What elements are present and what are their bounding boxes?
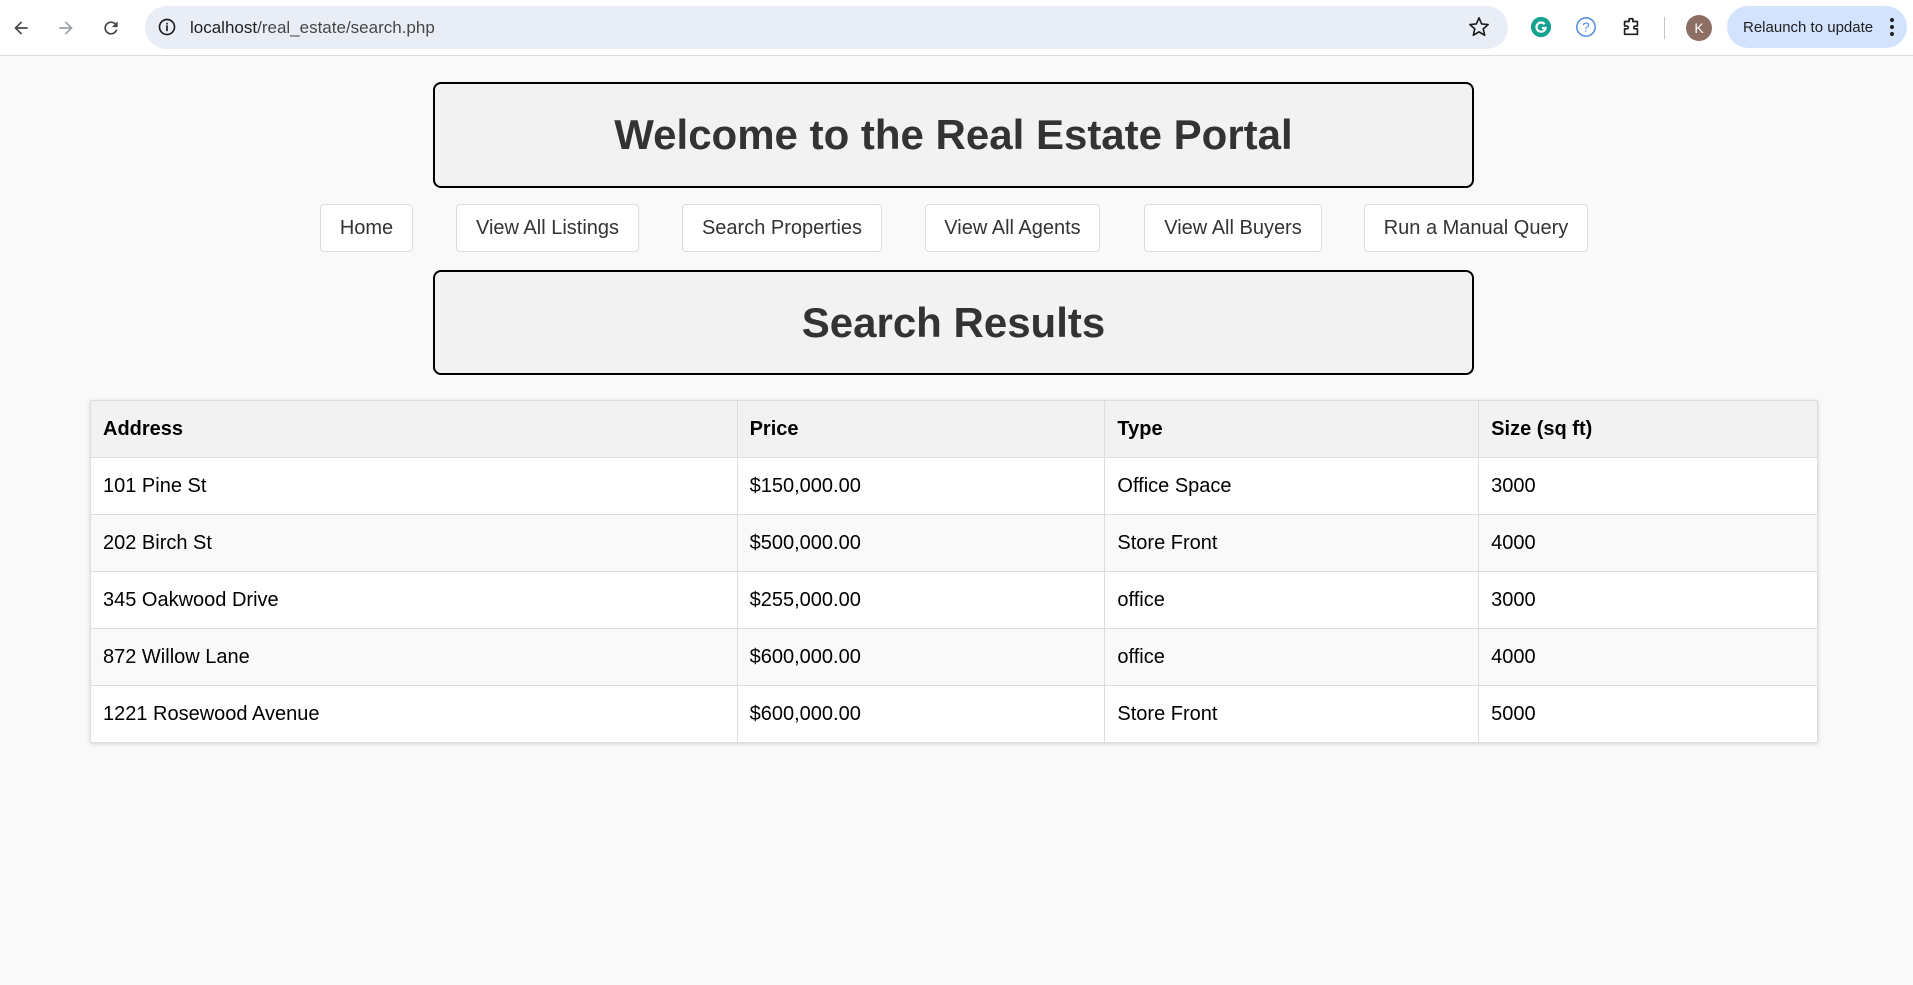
svg-text:?: ? xyxy=(1582,20,1589,35)
table-header-row: Address Price Type Size (sq ft) xyxy=(90,400,1818,458)
url-host: localhost xyxy=(190,18,258,37)
cell-address: 202 Birch St xyxy=(90,514,738,572)
cell-size: 4000 xyxy=(1478,514,1818,572)
table-row: 872 Willow Lane $600,000.00 office 4000 xyxy=(90,628,1818,686)
cell-address: 345 Oakwood Drive xyxy=(90,571,738,629)
arrow-right-icon xyxy=(59,21,73,35)
cell-size: 3000 xyxy=(1478,457,1818,515)
cell-type: Store Front xyxy=(1104,514,1480,572)
forward-button[interactable] xyxy=(48,10,84,46)
cell-price: $600,000.00 xyxy=(736,685,1106,743)
browser-toolbar: localhost/real_estate/search.php ? K Rel… xyxy=(0,0,1913,56)
help-extension-icon[interactable]: ? xyxy=(1573,14,1599,40)
cell-price: $600,000.00 xyxy=(736,628,1106,686)
reload-icon xyxy=(104,21,118,35)
arrow-left-icon xyxy=(14,21,28,35)
nav-run-manual-query-button[interactable]: Run a Manual Query xyxy=(1364,204,1588,252)
cell-type: office xyxy=(1104,571,1480,629)
nav-view-all-listings-button[interactable]: View All Listings xyxy=(456,204,639,252)
cell-size: 4000 xyxy=(1478,628,1818,686)
table-row: 101 Pine St $150,000.00 Office Space 300… xyxy=(90,457,1818,515)
table-row: 202 Birch St $500,000.00 Store Front 400… xyxy=(90,514,1818,572)
cell-address: 872 Willow Lane xyxy=(90,628,738,686)
cell-price: $500,000.00 xyxy=(736,514,1106,572)
reload-button[interactable] xyxy=(93,10,129,46)
relaunch-button[interactable]: Relaunch to update xyxy=(1727,6,1907,48)
nav-view-all-agents-button[interactable]: View All Agents xyxy=(925,204,1100,252)
nav-search-properties-button[interactable]: Search Properties xyxy=(682,204,882,252)
bookmark-star-icon[interactable] xyxy=(1468,16,1490,38)
extensions-puzzle-icon[interactable] xyxy=(1618,14,1644,40)
results-table-container: Address Price Type Size (sq ft) 101 Pine… xyxy=(90,400,1818,743)
column-header-price: Price xyxy=(736,400,1106,458)
nav-home-button[interactable]: Home xyxy=(320,204,413,252)
cell-type: Store Front xyxy=(1104,685,1480,743)
column-header-type: Type xyxy=(1104,400,1480,458)
relaunch-label: Relaunch to update xyxy=(1743,18,1874,36)
cell-type: Office Space xyxy=(1104,457,1480,515)
table-row: 1221 Rosewood Avenue $600,000.00 Store F… xyxy=(90,685,1818,743)
grammarly-icon[interactable] xyxy=(1528,14,1554,40)
main-nav: Home View All Listings Search Properties… xyxy=(0,204,1913,254)
cell-price: $255,000.00 xyxy=(736,571,1106,629)
url-path: /real_estate/search.php xyxy=(257,18,435,37)
column-header-address: Address xyxy=(90,400,738,458)
more-menu-icon[interactable] xyxy=(1889,17,1895,37)
cell-type: office xyxy=(1104,628,1480,686)
column-header-size: Size (sq ft) xyxy=(1478,400,1818,458)
cell-address: 101 Pine St xyxy=(90,457,738,515)
cell-address: 1221 Rosewood Avenue xyxy=(90,685,738,743)
table-row: 345 Oakwood Drive $255,000.00 office 300… xyxy=(90,571,1818,629)
toolbar-divider xyxy=(1664,17,1665,39)
nav-view-all-buyers-button[interactable]: View All Buyers xyxy=(1144,204,1322,252)
site-info-icon[interactable] xyxy=(155,15,179,39)
cell-price: $150,000.00 xyxy=(736,457,1106,515)
profile-avatar[interactable]: K xyxy=(1686,15,1712,41)
address-bar[interactable]: localhost/real_estate/search.php xyxy=(145,6,1508,49)
back-button[interactable] xyxy=(3,10,39,46)
url-text: localhost/real_estate/search.php xyxy=(190,18,435,38)
cell-size: 5000 xyxy=(1478,685,1818,743)
cell-size: 3000 xyxy=(1478,571,1818,629)
results-table: Address Price Type Size (sq ft) 101 Pine… xyxy=(90,400,1818,743)
page-title: Welcome to the Real Estate Portal xyxy=(433,82,1474,188)
section-title: Search Results xyxy=(433,270,1474,375)
